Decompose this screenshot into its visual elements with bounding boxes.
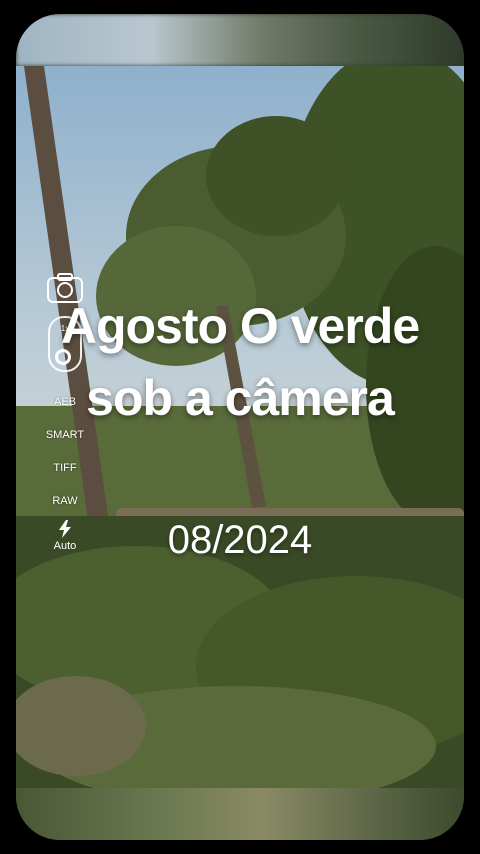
option-raw[interactable]: RAW [52,485,77,518]
blurred-top-strip [16,14,464,66]
flash-icon [58,520,71,538]
overlay-title: Agosto O verde sob a câmera [60,298,420,426]
option-tiff[interactable]: TIFF [53,452,76,485]
flash-label: Auto [53,540,77,552]
overlay-date: 08/2024 [167,518,313,562]
blurred-bottom-strip [16,788,464,840]
flash-control[interactable]: Auto [53,520,77,552]
